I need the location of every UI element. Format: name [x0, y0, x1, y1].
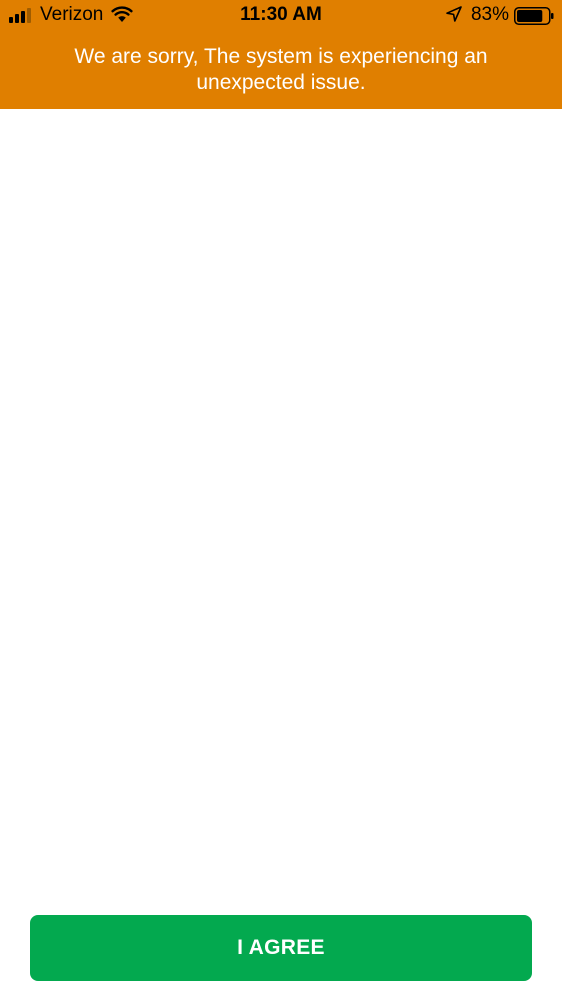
battery-icon	[514, 7, 554, 25]
status-bar: Verizon 11:30 AM 83%	[0, 0, 562, 32]
error-banner-message: We are sorry, The system is experiencing…	[74, 45, 488, 94]
error-header: Verizon 11:30 AM 83% We are sorry, The s…	[0, 0, 562, 109]
app-screen: Verizon 11:30 AM 83% We are sorry, The s…	[0, 0, 562, 999]
battery-percentage: 83%	[470, 4, 509, 25]
location-arrow-icon	[446, 6, 462, 22]
agree-button[interactable]: I AGREE	[30, 915, 532, 981]
